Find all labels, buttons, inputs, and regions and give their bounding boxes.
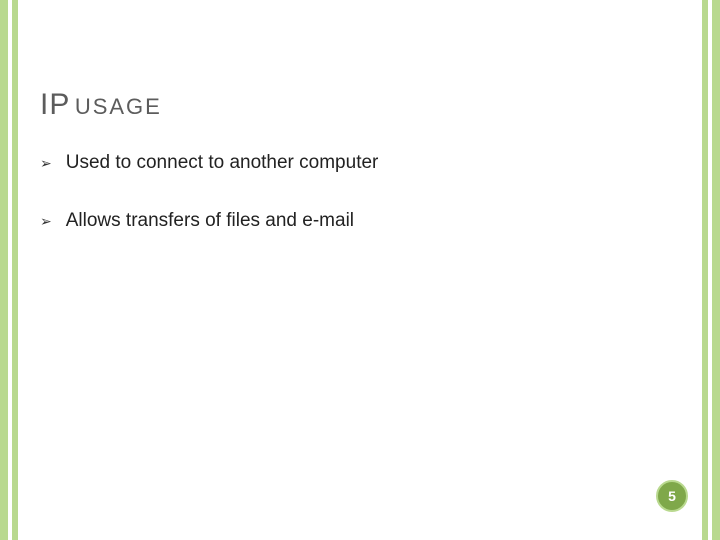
chevron-right-icon: ➢	[40, 210, 52, 232]
bullet-text: Allows transfers of files and e-mail	[66, 210, 354, 232]
decorative-stripe-right-outer	[712, 0, 720, 540]
slide-title: IP USAGE	[40, 88, 680, 122]
decorative-stripe-left-inner	[12, 0, 18, 540]
decorative-stripe-right-inner	[702, 0, 708, 540]
chevron-right-icon: ➢	[40, 152, 52, 174]
bullet-text: Used to connect to another computer	[66, 152, 379, 174]
page-number-badge: 5	[656, 480, 688, 512]
list-item: ➢ Used to connect to another computer	[40, 152, 680, 174]
title-main: IP	[40, 88, 70, 121]
list-item: ➢ Allows transfers of files and e-mail	[40, 210, 680, 232]
page-number: 5	[668, 488, 676, 504]
slide-content: IP USAGE ➢ Used to connect to another co…	[40, 88, 680, 268]
title-sub: USAGE	[75, 94, 162, 119]
bullet-list: ➢ Used to connect to another computer ➢ …	[40, 152, 680, 232]
decorative-stripe-left-outer	[0, 0, 8, 540]
